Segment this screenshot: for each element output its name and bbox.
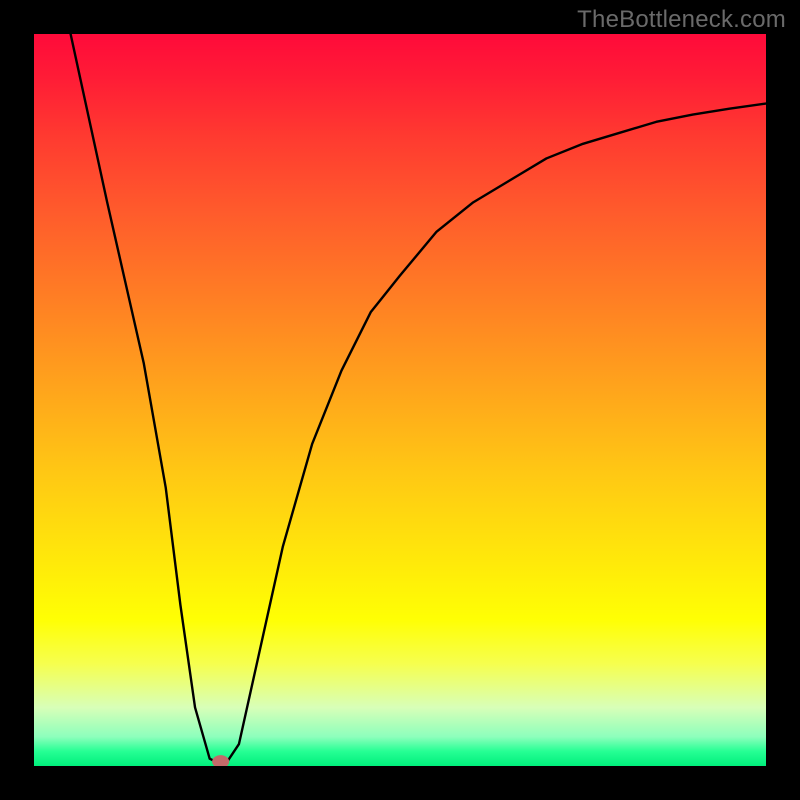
plot-area [34, 34, 766, 766]
curve-layer [34, 34, 766, 766]
chart-frame: TheBottleneck.com [0, 0, 800, 800]
optimal-marker [212, 755, 229, 766]
watermark-text: TheBottleneck.com [577, 6, 786, 34]
bottleneck-curve [71, 34, 766, 766]
